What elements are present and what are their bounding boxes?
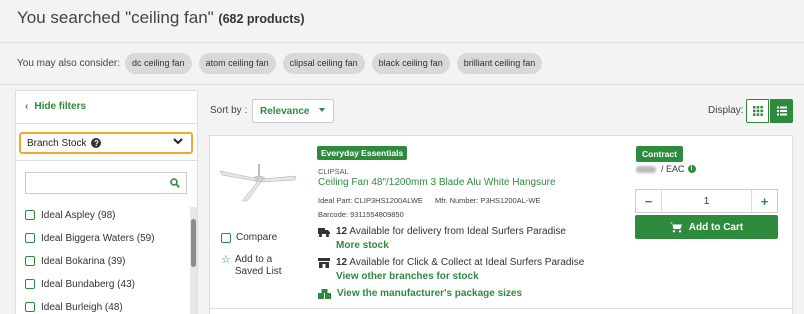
display-toggle (746, 99, 793, 123)
divider (16, 160, 197, 161)
branch-label: Ideal Aspley (98) (41, 209, 116, 221)
also-consider-label: You may also consider: (17, 57, 121, 69)
suggestion-chip[interactable]: atom ceiling fan (198, 52, 276, 74)
branch-label: Ideal Burleigh (48) (41, 301, 123, 313)
divider (0, 84, 804, 85)
hide-filters-label: Hide filters (34, 101, 87, 112)
collect-count: 12 (336, 257, 348, 268)
other-branches-link[interactable]: View other branches for stock (336, 271, 584, 282)
everyday-essentials-badge: Everyday Essentials (317, 146, 408, 160)
divider (16, 123, 197, 124)
price-unit: / EAC (661, 164, 685, 174)
compare-checkbox[interactable] (221, 232, 231, 243)
price-value-hidden (636, 165, 656, 173)
info-icon[interactable]: i (687, 165, 696, 173)
product-title-link[interactable]: Ceiling Fan 48"/1200mm 3 Blade Alu White… (318, 177, 556, 188)
sort-by-label: Sort by : (210, 105, 248, 116)
list-view-icon (776, 106, 787, 116)
suggestion-chip[interactable]: brilliant ceiling fan (456, 52, 543, 74)
checkbox[interactable] (25, 210, 35, 220)
list-view-button[interactable] (770, 99, 793, 123)
checkbox[interactable] (25, 302, 35, 312)
branch-label: Ideal Bundaberg (43) (41, 278, 135, 290)
ideal-part: Ideal Part: CLIP3HS1200ALWE (318, 196, 423, 205)
price: / EAC i (636, 164, 696, 174)
truck-icon (318, 228, 330, 238)
suggestion-chip[interactable]: dc ceiling fan (125, 52, 192, 74)
branch-filter-item[interactable]: Ideal Bundaberg (43) (25, 278, 155, 290)
more-stock-link[interactable]: More stock (336, 240, 566, 251)
checkbox[interactable] (25, 279, 35, 289)
delivery-text: Available for delivery from Ideal Surfer… (347, 226, 566, 237)
branch-list: Ideal Aspley (98) Ideal Biggera Waters (… (25, 209, 155, 314)
compare-label: Compare (236, 232, 278, 243)
search-query-text: You searched "ceiling fan" (17, 8, 214, 27)
compare-toggle[interactable]: Compare (221, 232, 277, 243)
hide-filters-link[interactable]: ‹ Hide filters (25, 101, 86, 112)
saved-list-label-2: Saved List (234, 266, 282, 277)
divider (0, 42, 804, 43)
grid-view-icon (752, 106, 763, 116)
suggestion-chip[interactable]: black ceiling fan (371, 52, 450, 74)
chevron-down-icon (319, 108, 325, 112)
product-card: Compare ☆ Add to a Saved List Everyday E… (209, 135, 793, 314)
product-image[interactable] (218, 162, 298, 204)
display-label: Display: (708, 105, 744, 116)
search-icon[interactable] (170, 178, 180, 188)
add-to-cart-label: Add to Cart (688, 221, 744, 233)
branch-filter-item[interactable]: Ideal Biggera Waters (59) (25, 232, 155, 244)
star-icon: ☆ (221, 254, 231, 266)
mfr-number: Mfr. Number: P3HS1200AL-WE (435, 196, 541, 205)
filter-sidebar: ‹ Hide filters Branch Stock ? Ideal Aspl… (15, 90, 198, 314)
divider (209, 308, 793, 309)
also-consider-bar: You may also consider: dc ceiling fan at… (17, 52, 549, 74)
branch-label: Ideal Bokarina (39) (41, 255, 126, 267)
branch-label: Ideal Biggera Waters (59) (41, 232, 155, 244)
decrease-quantity-button[interactable]: − (636, 190, 662, 212)
quantity-stepper: − 1 + (635, 189, 778, 213)
boxes-icon (318, 288, 331, 299)
cart-icon (669, 222, 682, 232)
collect-text: Available for Click & Collect at Ideal S… (347, 257, 585, 268)
add-to-saved-list[interactable]: ☆ Add to a Saved List (221, 254, 282, 278)
product-brand: CLIPSAL (318, 167, 349, 176)
chevron-left-icon: ‹ (25, 101, 29, 112)
branch-filter-item[interactable]: Ideal Burleigh (48) (25, 301, 155, 313)
saved-list-label-1: Add to a (234, 254, 273, 265)
suggestion-chip[interactable]: clipsal ceiling fan (282, 52, 365, 74)
sort-value: Relevance (260, 105, 310, 117)
package-sizes-link[interactable]: View the manufacturer's package sizes (318, 288, 522, 299)
quantity-input[interactable]: 1 (662, 190, 751, 212)
contract-badge: Contract (636, 146, 683, 162)
grid-view-button[interactable] (746, 99, 769, 123)
barcode: Barcode: 9311554809850 (318, 210, 404, 219)
product-count: (682 products) (218, 12, 305, 26)
branch-search-input[interactable] (25, 172, 187, 194)
checkbox[interactable] (25, 233, 35, 243)
sort-select[interactable]: Relevance (252, 99, 334, 123)
store-icon (318, 258, 330, 268)
scrollbar-thumb[interactable] (191, 219, 196, 267)
branch-filter-item[interactable]: Ideal Aspley (98) (25, 209, 155, 221)
search-results-heading: You searched "ceiling fan" (682 products… (17, 8, 305, 28)
increase-quantity-button[interactable]: + (751, 190, 777, 212)
add-to-cart-button[interactable]: Add to Cart (635, 215, 778, 239)
delivery-count: 12 (336, 226, 348, 237)
branch-stock-label: Branch Stock (27, 137, 87, 149)
product-part-numbers: Ideal Part: CLIP3HS1200ALWE Mfr. Number:… (318, 196, 540, 205)
package-sizes-label: View the manufacturer's package sizes (337, 288, 523, 299)
branch-stock-dropdown[interactable]: Branch Stock ? (19, 132, 193, 154)
checkbox[interactable] (25, 256, 35, 266)
delivery-availability: 12 Available for delivery from Ideal Sur… (318, 226, 566, 251)
click-collect-availability: 12 Available for Click & Collect at Idea… (318, 257, 584, 282)
branch-filter-item[interactable]: Ideal Bokarina (39) (25, 255, 155, 267)
help-icon[interactable]: ? (91, 138, 102, 148)
chevron-down-icon (173, 137, 183, 148)
